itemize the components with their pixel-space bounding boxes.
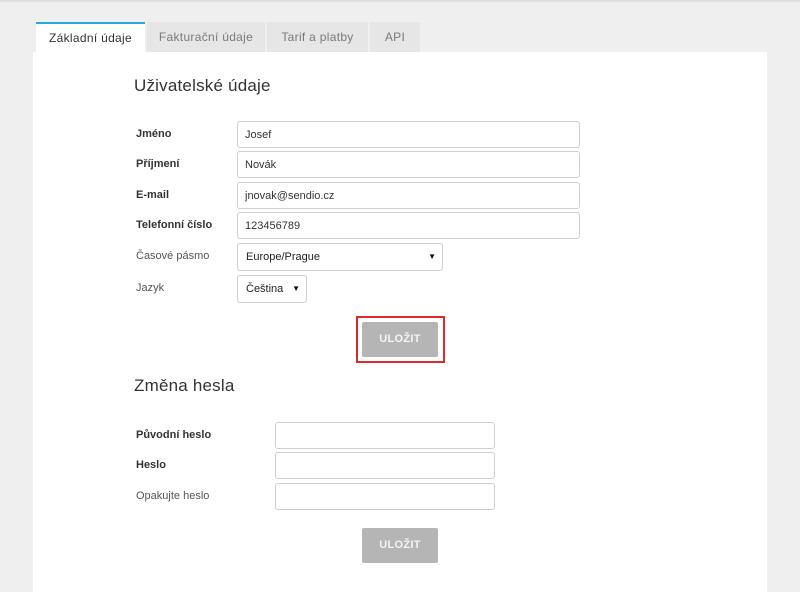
phone-label: Telefonní číslo bbox=[136, 219, 213, 231]
language-select[interactable]: Čeština ▼ bbox=[237, 275, 307, 303]
user-section-title: Uživatelské údaje bbox=[134, 76, 271, 95]
timezone-value: Europe/Prague bbox=[246, 251, 320, 263]
caret-down-icon: ▼ bbox=[292, 284, 300, 293]
last-name-input[interactable] bbox=[237, 151, 580, 178]
tab-plan-and-payments[interactable]: Tarif a platby bbox=[267, 22, 368, 52]
tab-basic-info[interactable]: Základní údaje bbox=[36, 22, 145, 52]
save-user-button[interactable]: ULOŽIT bbox=[362, 322, 438, 357]
email-input[interactable] bbox=[237, 182, 580, 209]
new-password-input[interactable] bbox=[275, 452, 495, 479]
password-section-title: Změna hesla bbox=[134, 376, 235, 395]
timezone-label: Časové pásmo bbox=[136, 250, 210, 262]
first-name-input[interactable] bbox=[237, 121, 580, 148]
first-name-label: Jméno bbox=[136, 128, 172, 140]
settings-panel: Uživatelské údaje Jméno Příjmení E-mail … bbox=[33, 52, 767, 592]
tab-bar: Základní údaje Fakturační údaje Tarif a … bbox=[36, 22, 422, 52]
last-name-label: Příjmení bbox=[136, 158, 180, 170]
repeat-password-input[interactable] bbox=[275, 483, 495, 510]
caret-down-icon: ▼ bbox=[428, 252, 436, 261]
phone-input[interactable] bbox=[237, 212, 580, 239]
old-password-input[interactable] bbox=[275, 422, 495, 449]
old-password-label: Původní heslo bbox=[136, 429, 212, 441]
timezone-select[interactable]: Europe/Prague ▼ bbox=[237, 243, 443, 271]
repeat-password-label: Opakujte heslo bbox=[136, 490, 210, 502]
tab-api[interactable]: API bbox=[370, 22, 420, 52]
email-label: E-mail bbox=[136, 189, 170, 201]
language-label: Jazyk bbox=[136, 282, 165, 294]
top-shadow bbox=[0, 0, 800, 3]
language-value: Čeština bbox=[246, 283, 284, 295]
save-password-button[interactable]: ULOŽIT bbox=[362, 528, 438, 563]
new-password-label: Heslo bbox=[136, 459, 166, 471]
tab-billing-info[interactable]: Fakturační údaje bbox=[147, 22, 265, 52]
